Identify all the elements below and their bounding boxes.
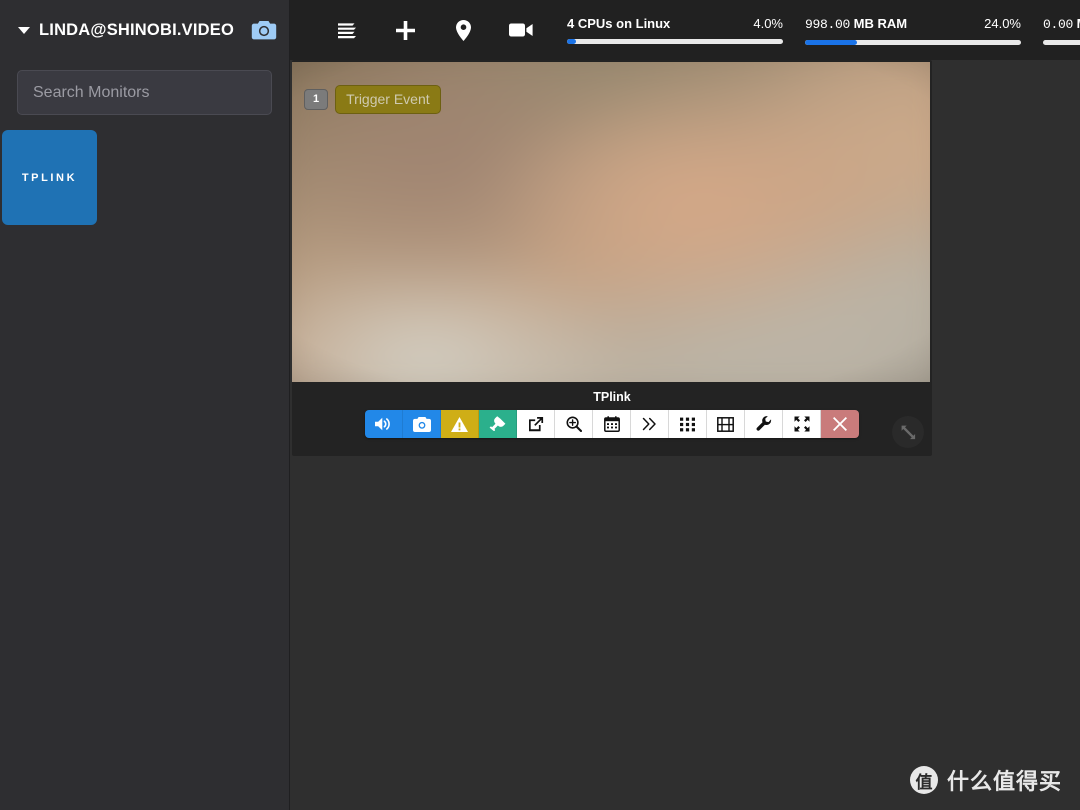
- close-x-icon[interactable]: [821, 410, 859, 438]
- map-pin-icon[interactable]: [434, 0, 492, 60]
- event-count-badge[interactable]: 1: [304, 89, 329, 110]
- watermark-text: 什么值得买: [946, 770, 1062, 795]
- watermark: 值 什么值得买: [909, 764, 1062, 796]
- monitor-title: TPlink: [593, 390, 631, 404]
- stat-third-bar: [1043, 39, 1080, 45]
- speaker-icon[interactable]: [365, 410, 403, 438]
- stat-ram-label: 998.00 MB RAM: [805, 16, 907, 32]
- camera-snapshot-icon[interactable]: [403, 410, 441, 438]
- resize-diagonal-icon[interactable]: [892, 416, 924, 448]
- list-menu-icon[interactable]: [318, 0, 376, 60]
- monitor-card-label: TPLINK: [21, 171, 78, 184]
- trigger-event-button[interactable]: Trigger Event: [335, 85, 441, 114]
- sidebar: LINDA@SHINOBI.VIDEO TPLINK: [0, 0, 290, 810]
- caret-down-icon[interactable]: [18, 26, 30, 34]
- zoom-in-icon[interactable]: [555, 410, 593, 438]
- stat-cpu-bar: [567, 39, 783, 44]
- stat-ram-unit: MB RAM: [853, 15, 908, 31]
- topbar: 4 CPUs on Linux 4.0% 998.00 MB RAM 24.0%: [290, 0, 1080, 60]
- grid-icon[interactable]: [669, 410, 707, 438]
- camera-icon[interactable]: [251, 16, 277, 44]
- film-strip-icon[interactable]: [707, 410, 745, 438]
- stat-cpu-label: 4 CPUs on Linux: [567, 16, 671, 31]
- plus-icon[interactable]: [376, 0, 434, 60]
- stat-cpu-percent: 4.0%: [753, 16, 783, 31]
- chevron-double-right-icon[interactable]: [631, 410, 669, 438]
- stat-ram-bar: [805, 39, 1021, 45]
- stat-third-unit: M: [1077, 16, 1080, 31]
- monitor-card-tplink[interactable]: TPLINK: [2, 130, 97, 225]
- stat-third-number: 0.00: [1043, 16, 1074, 32]
- power-plug-icon[interactable]: [479, 410, 517, 438]
- watermark-logo-icon: 值: [909, 766, 938, 794]
- stat-ram-percent: 24.0%: [984, 15, 1021, 31]
- external-link-icon[interactable]: [517, 410, 555, 438]
- app-root: LINDA@SHINOBI.VIDEO TPLINK: [0, 0, 1080, 810]
- brand-title: LINDA@SHINOBI.VIDEO: [39, 20, 234, 39]
- warning-triangle-icon[interactable]: [441, 410, 479, 438]
- monitor-toolbar: [365, 410, 859, 438]
- stat-third: 0.00 M: [1032, 0, 1080, 60]
- system-stats: 4 CPUs on Linux 4.0% 998.00 MB RAM 24.0%: [556, 0, 1080, 60]
- stat-ram: 998.00 MB RAM 24.0%: [794, 0, 1032, 60]
- main-content: 4 CPUs on Linux 4.0% 998.00 MB RAM 24.0%: [290, 0, 1080, 810]
- monitor-list: TPLINK: [0, 115, 289, 225]
- fullscreen-icon[interactable]: [783, 410, 821, 438]
- video-stream[interactable]: 1 Trigger Event: [292, 62, 930, 382]
- search-wrap: [0, 60, 289, 115]
- stat-ram-number: 998.00: [805, 16, 851, 32]
- brand-row: LINDA@SHINOBI.VIDEO: [0, 0, 289, 60]
- wrench-icon[interactable]: [745, 410, 783, 438]
- calendar-icon[interactable]: [593, 410, 631, 438]
- search-input[interactable]: [17, 70, 272, 115]
- video-overlay-controls: 1 Trigger Event: [304, 85, 441, 114]
- monitor-toolbar-wrap: [292, 410, 932, 438]
- monitor-panel: 1 Trigger Event TPlink: [292, 60, 932, 456]
- video-camera-icon[interactable]: [492, 0, 550, 60]
- stat-cpu: 4 CPUs on Linux 4.0%: [556, 0, 794, 60]
- stat-third-label: 0.00 M: [1043, 16, 1080, 32]
